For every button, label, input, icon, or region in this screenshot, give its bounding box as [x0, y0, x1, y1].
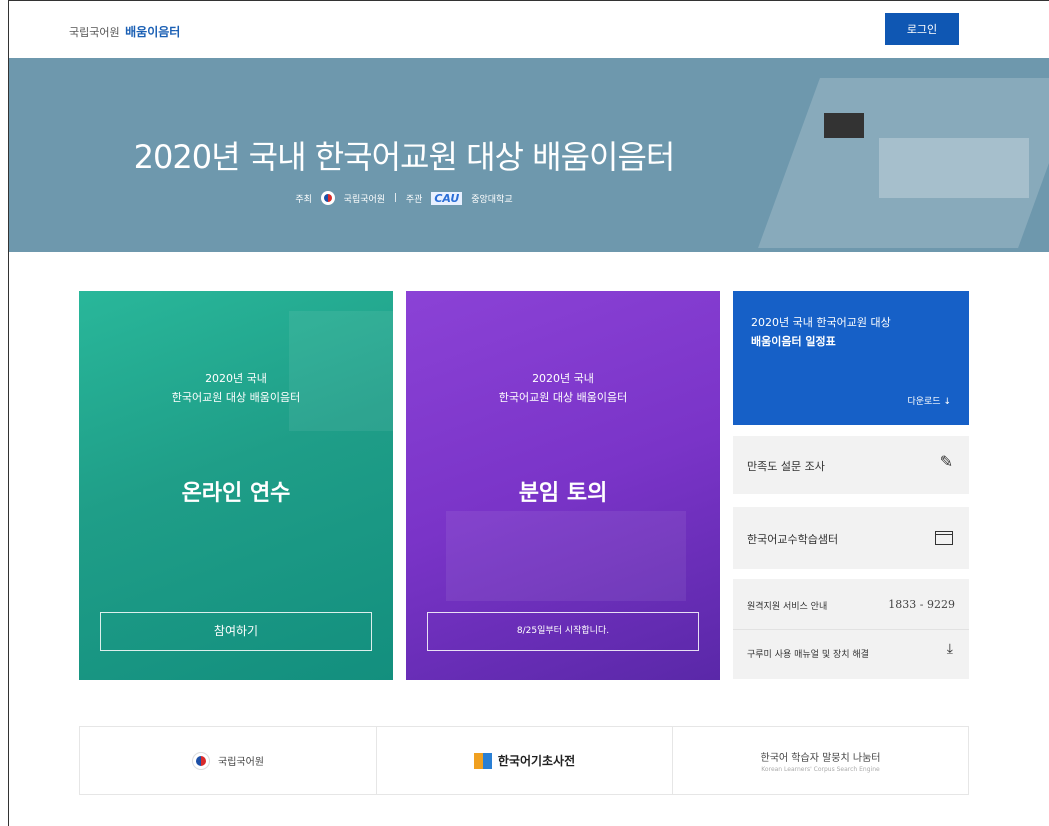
online-card-title: 온라인 연수 — [181, 481, 291, 506]
support-phone: 1833 - 9229 — [888, 598, 955, 611]
organizer-name: 중앙대학교 — [471, 194, 513, 205]
corpus-logo-text: 한국어 학습자 말뭉치 나눔터 — [760, 752, 881, 764]
learning-center-label: 한국어교수학습샘터 — [747, 533, 839, 546]
group-discussion-card[interactable]: 2020년 국내 한국어교원 대상 배움이음터 분임 토의 8/25일부터 시작… — [406, 291, 720, 680]
schedule-download-link[interactable]: 다운로드 ↓ — [907, 394, 951, 407]
page-frame: 국립국어원 배움이음터 로그인 2020년 국내 한국어교원 대상 배움이음터 … — [8, 0, 1049, 826]
site-brand[interactable]: 국립국어원 배움이음터 — [69, 23, 180, 40]
hero-illustration-board — [824, 113, 864, 138]
basic-dictionary-logo[interactable]: 한국어기초사전 — [376, 727, 672, 794]
discussion-card-subtitle-line1: 2020년 국내 — [532, 372, 594, 385]
survey-label: 만족도 설문 조사 — [747, 460, 825, 473]
partner-logos: 국립국어원 한국어기초사전 한국어 학습자 말뭉치 나눔터 Korean Lea… — [79, 726, 969, 795]
corpus-logo[interactable]: 한국어 학습자 말뭉치 나눔터 Korean Learners' Corpus … — [672, 727, 968, 794]
corpus-logo-wrap: 한국어 학습자 말뭉치 나눔터 Korean Learners' Corpus … — [761, 749, 881, 773]
divider — [733, 629, 969, 630]
online-training-card[interactable]: 2020년 국내 한국어교원 대상 배움이음터 온라인 연수 참여하기 — [79, 291, 393, 680]
brand-highlight: 배움이음터 — [125, 25, 181, 39]
download-icon: ↓ — [943, 397, 951, 407]
download-label: 다운로드 — [907, 397, 941, 407]
site-header: 국립국어원 배움이음터 로그인 — [9, 1, 1049, 58]
online-card-subtitle: 2020년 국내 한국어교원 대상 배움이음터 — [79, 369, 393, 407]
host-label: 주최 — [295, 194, 312, 205]
survey-link[interactable]: 만족도 설문 조사 ✎ — [733, 436, 969, 494]
discussion-card-subtitle-line2: 한국어교원 대상 배움이음터 — [498, 391, 628, 404]
online-card-subtitle-line2: 한국어교원 대상 배움이음터 — [171, 391, 301, 404]
corpus-logo-subtext: Korean Learners' Corpus Search Engine — [761, 765, 880, 773]
pencil-icon: ✎ — [939, 452, 953, 471]
remote-support-label: 원격지원 서비스 안내 — [747, 602, 828, 612]
nikl-footer-text: 국립국어원 — [218, 757, 264, 768]
discussion-card-subtitle: 2020년 국내 한국어교원 대상 배움이음터 — [406, 369, 720, 407]
hero-illustration-desk — [879, 138, 1029, 198]
discussion-card-title: 분임 토의 — [518, 481, 608, 506]
download-icon[interactable]: ⤓ — [947, 641, 953, 657]
nikl-footer-logo[interactable]: 국립국어원 — [80, 727, 376, 794]
join-button[interactable]: 참여하기 — [100, 612, 372, 651]
nikl-logo-icon — [192, 751, 210, 770]
support-box: 원격지원 서비스 안내 1833 - 9229 구루미 사용 매뉴얼 및 장치 … — [733, 579, 969, 679]
nikl-logo-icon — [320, 191, 335, 205]
manual-link[interactable]: 구루미 사용 매뉴얼 및 장치 해결 — [747, 647, 869, 660]
schedule-title-line1: 2020년 국내 한국어교원 대상 — [751, 316, 891, 329]
online-card-subtitle-line1: 2020년 국내 — [205, 372, 267, 385]
hero-sponsors: 주최 국립국어원 | 주관 CAU 중앙대학교 — [9, 191, 799, 205]
dictionary-logo-text: 한국어기초사전 — [497, 754, 576, 768]
brand-prefix: 국립국어원 — [69, 26, 120, 39]
dictionary-logo-icon — [473, 752, 492, 769]
hero-title: 2020년 국내 한국어교원 대상 배움이음터 — [133, 138, 676, 176]
host-name: 국립국어원 — [343, 194, 386, 205]
schedule-title-line2: 배움이음터 일정표 — [751, 335, 836, 348]
cau-logo-icon: CAU — [431, 191, 463, 205]
window-icon — [935, 531, 953, 545]
organizer-label: 주관 — [405, 194, 423, 205]
login-button[interactable]: 로그인 — [885, 13, 959, 45]
divider: | — [393, 193, 397, 203]
card-texture — [446, 511, 686, 601]
hero-banner: 2020년 국내 한국어교원 대상 배움이음터 주최 국립국어원 | 주관 CA… — [9, 58, 1049, 252]
learning-center-link[interactable]: 한국어교수학습샘터 — [733, 507, 969, 569]
schedule-card[interactable]: 2020년 국내 한국어교원 대상 배움이음터 일정표 다운로드 ↓ — [733, 291, 969, 425]
discussion-start-button[interactable]: 8/25일부터 시작합니다. — [427, 612, 699, 651]
